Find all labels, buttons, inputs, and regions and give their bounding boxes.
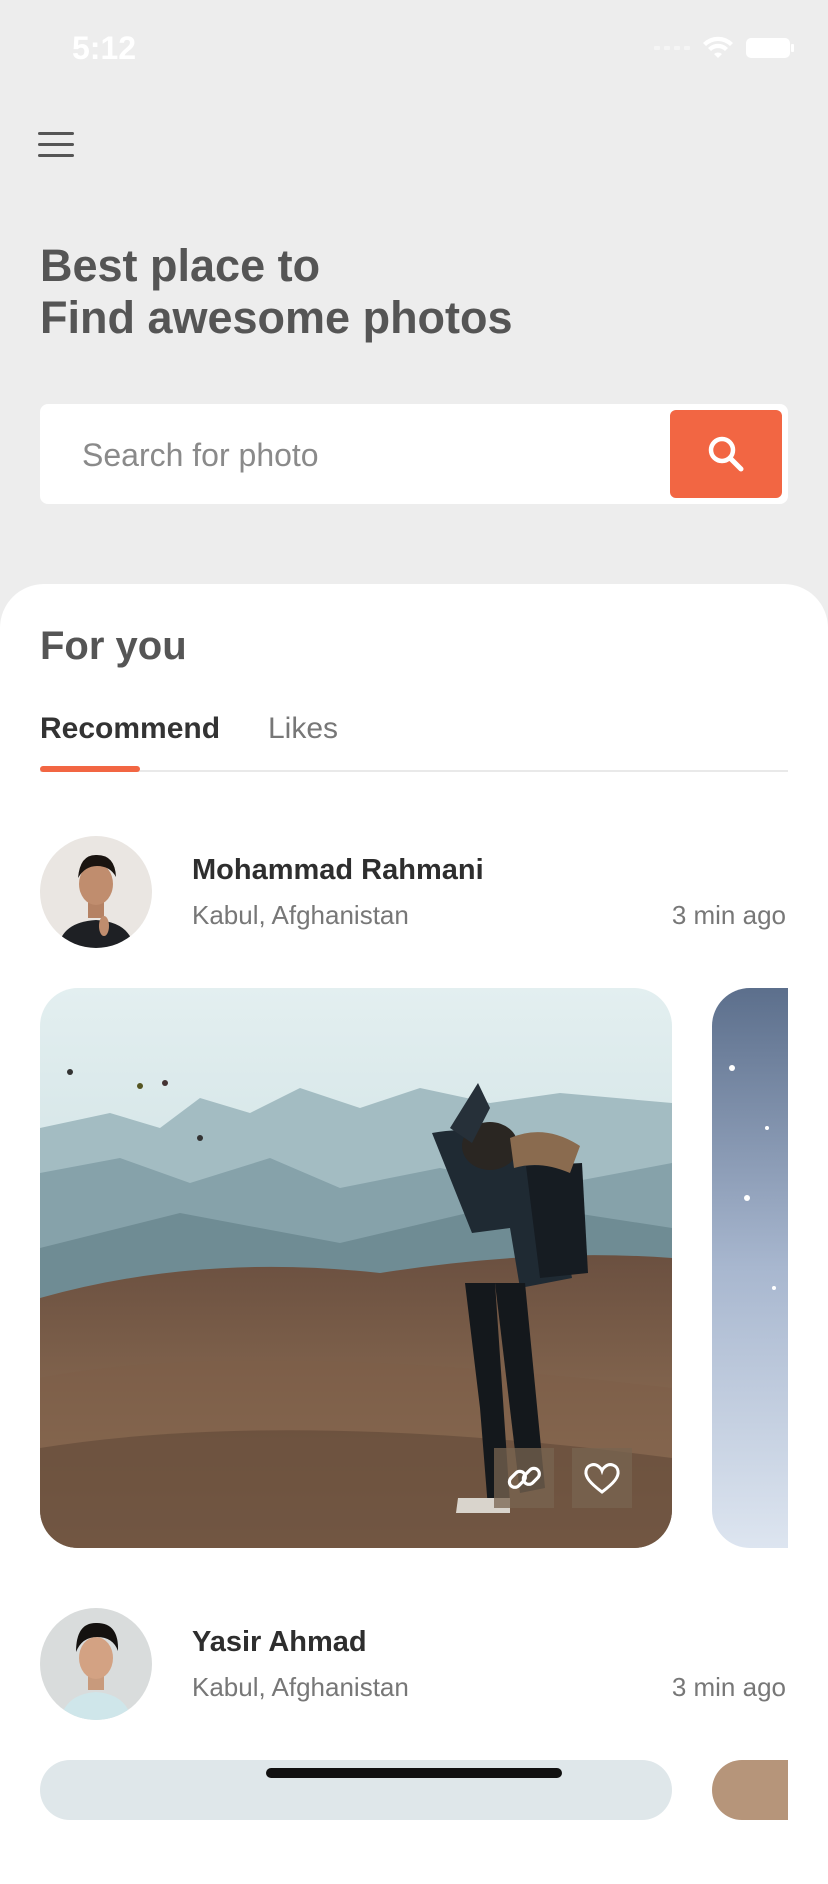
- link-icon: [507, 1466, 541, 1489]
- next-photo-preview[interactable]: [712, 1760, 788, 1820]
- post-location: Kabul, Afghanistan: [192, 1672, 409, 1702]
- search-button[interactable]: [670, 410, 782, 498]
- search-bar: [40, 404, 788, 506]
- post-photo[interactable]: [40, 988, 672, 1548]
- heart-icon: [584, 1463, 620, 1494]
- post-location: Kabul, Afghanistan: [192, 900, 409, 930]
- feed-sheet: For you Recommend Likes Mohammad Rahmani…: [0, 584, 828, 1884]
- like-button[interactable]: [572, 1448, 632, 1508]
- status-indicators: [654, 36, 794, 60]
- search-icon: [708, 436, 744, 472]
- feed-tabs: Recommend Likes: [40, 712, 788, 772]
- post-timestamp: 3 min ago: [671, 900, 786, 930]
- status-time: 5:12: [72, 30, 137, 66]
- active-tab-indicator: [40, 766, 140, 772]
- avatar[interactable]: [40, 836, 152, 948]
- search-input[interactable]: [80, 404, 684, 506]
- copy-link-button[interactable]: [494, 1448, 554, 1508]
- headline-line-1: Best place to: [40, 240, 321, 291]
- avatar[interactable]: [40, 1608, 152, 1720]
- tab-recommend[interactable]: Recommend: [40, 712, 220, 746]
- wifi-icon: [703, 36, 733, 58]
- post-author-name[interactable]: Yasir Ahmad: [192, 1626, 367, 1659]
- photo-actions: [494, 1448, 632, 1508]
- page-headline: Best place to Find awesome photos: [40, 240, 513, 344]
- next-photo-preview[interactable]: [712, 988, 788, 1548]
- signal-icon: [654, 46, 690, 50]
- home-indicator: [266, 1768, 562, 1778]
- battery-icon: [746, 38, 794, 58]
- post-author-name[interactable]: Mohammad Rahmani: [192, 854, 484, 887]
- tab-likes[interactable]: Likes: [268, 712, 338, 746]
- section-title: For you: [40, 624, 187, 668]
- post-timestamp: 3 min ago: [671, 1672, 786, 1702]
- menu-icon[interactable]: [38, 132, 74, 158]
- headline-line-2: Find awesome photos: [40, 292, 513, 343]
